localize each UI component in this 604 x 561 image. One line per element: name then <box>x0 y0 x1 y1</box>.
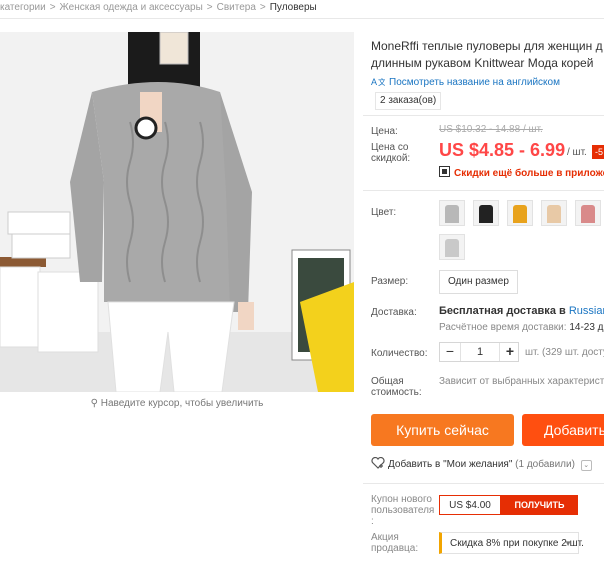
swatch-thumbnail <box>547 205 561 223</box>
product-title: MoneRffi теплые пуловеры для женщин д дл… <box>371 38 604 72</box>
quantity-label: Количество: <box>371 348 428 359</box>
size-label: Размер: <box>371 276 409 287</box>
translate-link-text[interactable]: Посмотреть название на английском <box>389 77 560 88</box>
coupon-value: US $4.00 <box>439 495 501 515</box>
discount-price-label-line: Цена со <box>371 142 409 153</box>
qr-code-icon <box>439 166 450 177</box>
zoom-hint: ⚲ Наведите курсор, чтобы увеличить <box>0 398 354 409</box>
quantity-decrease-button[interactable]: − <box>440 343 460 361</box>
product-title-line: длинным рукавом Knittwear Мода корей <box>371 56 594 70</box>
divider <box>363 190 604 191</box>
promotion-label-line: продавца: <box>371 543 419 554</box>
product-photo-illustration <box>0 32 354 392</box>
breadcrumb-separator: > <box>49 2 56 13</box>
seller-promotion-select[interactable]: Скидка 8% при покупке 2 шт. ▼ <box>439 532 584 554</box>
free-shipping-text: Бесплатная доставка в <box>439 305 566 317</box>
price-label: Цена: <box>371 126 398 137</box>
discount-price-label-line: скидкой: <box>371 153 411 164</box>
breadcrumb-item[interactable]: Женская одежда и аксессуары <box>60 2 203 13</box>
translate-icon: A 文 <box>371 77 385 86</box>
color-swatch[interactable] <box>507 200 533 226</box>
color-swatch[interactable] <box>473 200 499 226</box>
zoom-hint-text: Наведите курсор, чтобы увеличить <box>100 398 264 409</box>
swatch-thumbnail <box>445 239 459 257</box>
delivery-time-value: 14-23 д <box>569 322 604 333</box>
delivery-time-label: Расчётное время доставки: <box>439 322 567 333</box>
color-label: Цвет: <box>371 207 397 218</box>
swatch-thumbnail <box>479 205 493 223</box>
coupon-label-line: пользователя <box>371 505 435 516</box>
coupon-label-line: : <box>371 516 374 527</box>
total-label-line: стоимость: <box>371 387 422 398</box>
get-coupon-button[interactable]: ПОЛУЧИТЬ <box>501 495 578 515</box>
new-user-coupon-label: Купон нового пользователя : <box>371 494 434 527</box>
coupon-label-line: Купон нового <box>371 494 432 505</box>
breadcrumb-divider <box>0 18 604 19</box>
price-unit: / шт. <box>567 147 587 158</box>
breadcrumb-separator: > <box>259 2 266 13</box>
quantity-available: шт. (329 шт. доступн <box>525 347 604 358</box>
chevron-down-icon[interactable]: ⌄ <box>580 460 592 471</box>
translate-title-link[interactable]: A 文 Посмотреть название на английском <box>371 76 560 88</box>
breadcrumb-separator: > <box>206 2 213 13</box>
original-price: US $10.32 - 14.88 / шт. <box>439 124 543 135</box>
app-discount-text[interactable]: Скидки ещё больше в приложен <box>454 168 604 179</box>
swatch-thumbnail <box>445 205 459 223</box>
discount-badge: -5 <box>592 145 604 159</box>
total-label-line: Общая <box>371 376 404 387</box>
product-main-image[interactable] <box>0 32 354 392</box>
swatch-thumbnail <box>581 205 595 223</box>
divider <box>363 115 604 116</box>
quantity-increase-button[interactable]: + <box>500 343 520 361</box>
color-swatch[interactable] <box>439 200 465 226</box>
shipping-label: Доставка: <box>371 307 417 318</box>
size-option[interactable]: Один размер <box>439 270 518 294</box>
discount-price: US $4.85 - 6.99 <box>439 140 566 160</box>
shipping-info: Бесплатная доставка в Russian Fed <box>439 305 604 317</box>
color-swatch[interactable] <box>439 234 465 260</box>
seller-promotion-label: Акция продавца: <box>371 532 418 554</box>
app-discount-link[interactable]: Скидки ещё больше в приложен <box>439 166 604 179</box>
swatch-thumbnail <box>513 205 527 223</box>
product-title-line: MoneRffi теплые пуловеры для женщин д <box>371 39 603 53</box>
delivery-time: Расчётное время доставки: 14-23 д <box>439 322 604 333</box>
orders-count: 2 заказа(ов) <box>375 92 442 110</box>
breadcrumb-item[interactable]: категории <box>0 2 46 13</box>
heart-icon <box>371 457 385 469</box>
shipping-country-link[interactable]: Russian Fed <box>569 305 604 317</box>
breadcrumb-current: Пуловеры <box>269 2 317 13</box>
color-swatches <box>439 200 604 264</box>
color-swatch[interactable] <box>575 200 601 226</box>
wishlist-text[interactable]: Добавить в "Мои желания" <box>388 459 512 470</box>
magnifier-icon: ⚲ <box>90 398 98 409</box>
quantity-stepper: − 1 + <box>439 342 519 362</box>
promotion-label-line: Акция <box>371 532 399 543</box>
quantity-input[interactable]: 1 <box>460 343 500 361</box>
add-to-cart-button[interactable]: Добавить <box>522 414 604 446</box>
total-label: Общая стоимость: <box>371 376 422 398</box>
wishlist-count: (1 добавили) <box>515 459 575 470</box>
svg-text:A: A <box>371 77 377 86</box>
color-swatch[interactable] <box>541 200 567 226</box>
discount-price-label: Цена со скидкой: <box>371 142 410 164</box>
total-value: Зависит от выбранных характерист <box>439 376 604 387</box>
svg-text:文: 文 <box>378 77 385 86</box>
add-to-wishlist[interactable]: Добавить в "Мои желания" (1 добавили) ⌄ <box>371 457 592 471</box>
caret-down-icon: ▼ <box>564 539 572 548</box>
divider <box>363 483 604 484</box>
breadcrumb-item[interactable]: Свитера <box>217 2 256 13</box>
buy-now-button[interactable]: Купить сейчас <box>371 414 514 446</box>
